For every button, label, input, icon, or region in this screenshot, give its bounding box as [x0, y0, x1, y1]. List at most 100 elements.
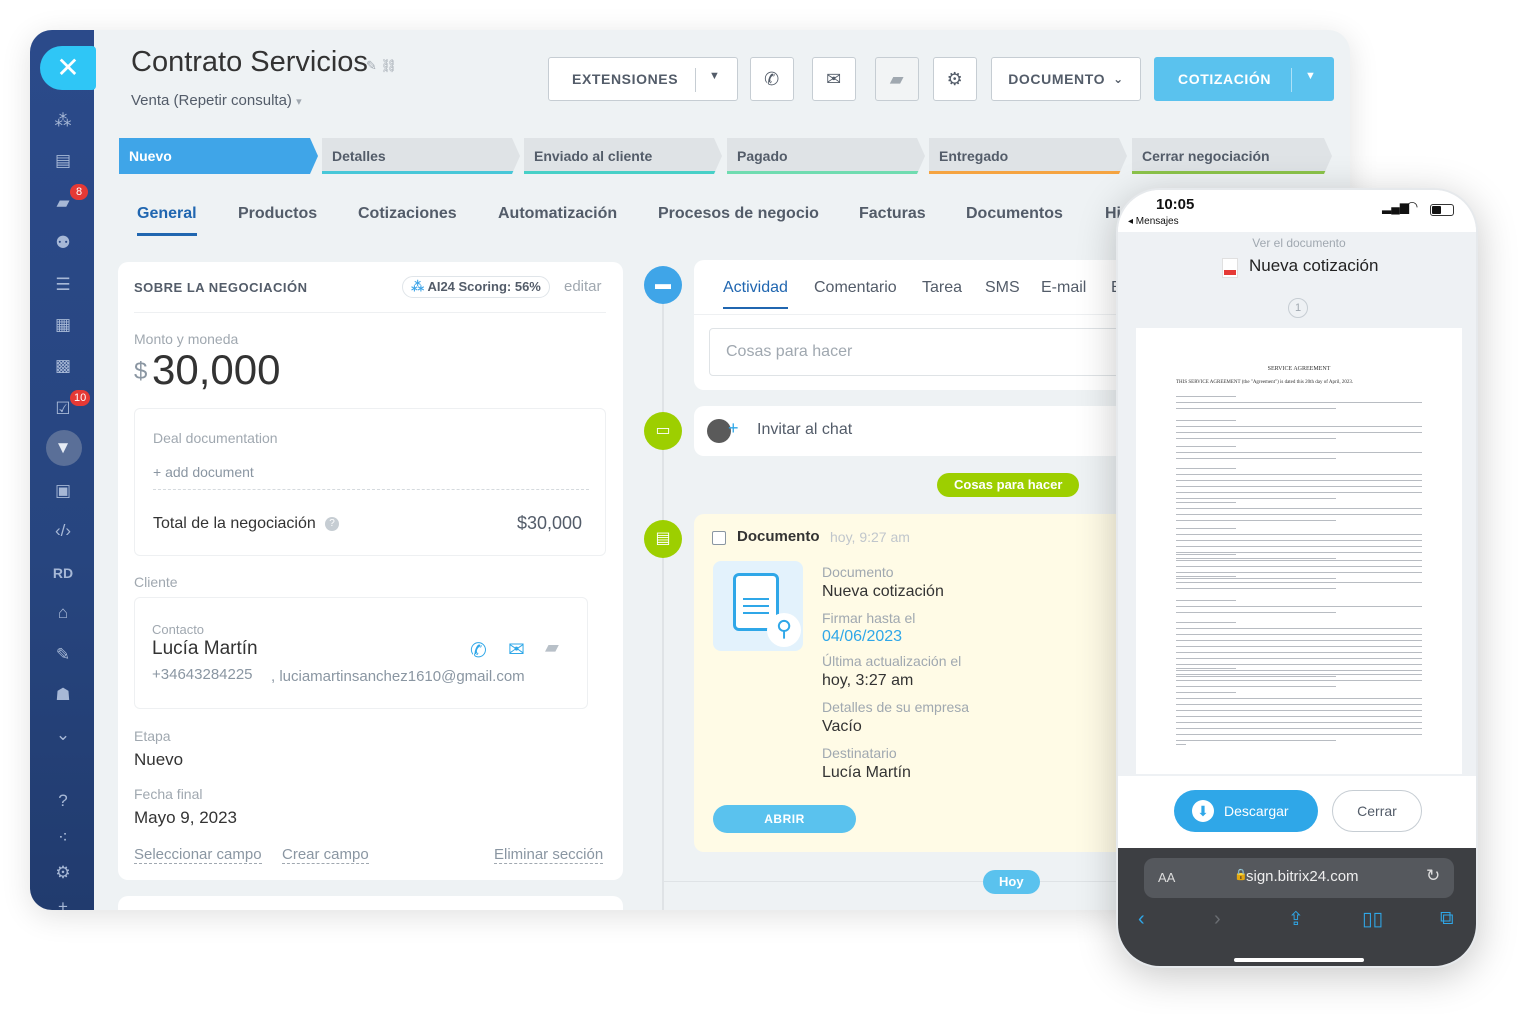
field-label: Documento — [822, 564, 894, 580]
share-icon[interactable]: ⇪ — [1288, 908, 1304, 931]
extensions-button[interactable]: EXTENSIONES ▼ — [548, 57, 738, 101]
sidebar-item-code-icon[interactable]: ‹/› — [50, 518, 76, 544]
doc-text-line — [1176, 628, 1422, 629]
close-icon[interactable]: ✕ — [40, 46, 96, 90]
field-value: Nueva cotización — [822, 583, 944, 600]
tab-procesos[interactable]: Procesos de negocio — [658, 205, 819, 223]
sidebar-item-structure-icon[interactable]: ⁖ — [50, 825, 76, 851]
date-value: Mayo 9, 2023 — [134, 808, 238, 827]
edit-pencil-icon[interactable]: ✎ ⛓ — [366, 58, 397, 74]
sidebar-item-contact-center-icon[interactable]: ▣ — [50, 478, 76, 504]
tab-automatizacion[interactable]: Automatización — [498, 205, 617, 223]
sidebar-item-docs-icon[interactable]: ▦ — [50, 312, 76, 338]
contact-name[interactable]: Lucía Martín — [152, 638, 258, 660]
sidebar-item-rd[interactable]: RD — [50, 560, 76, 586]
stage-nuevo[interactable]: Nuevo — [119, 138, 318, 174]
search-icon: ⚲ — [767, 613, 801, 647]
email-button[interactable]: ✉ — [812, 57, 856, 101]
doc-text-line — [1176, 676, 1336, 677]
doc-text-line — [1176, 646, 1422, 647]
stage-entregado[interactable]: Entregado — [929, 138, 1127, 174]
doc-text-line — [1176, 438, 1336, 439]
pipeline-selector[interactable]: Venta (Repetir consulta) ▾ — [131, 92, 302, 109]
sidebar-item-sign-icon[interactable]: ✎ — [50, 642, 76, 668]
text-size-button[interactable]: AA — [1158, 870, 1175, 885]
doc-text-line — [1176, 572, 1422, 573]
settings-button[interactable]: ⚙ — [933, 57, 977, 101]
tab-sms[interactable]: SMS — [985, 279, 1020, 297]
download-button[interactable]: ⬇ Descargar — [1174, 790, 1318, 832]
document-preview-icon[interactable]: ⚲ — [713, 561, 803, 651]
contact-phone[interactable]: +34643284225 — [152, 666, 253, 683]
delete-section-link[interactable]: Eliminar sección — [494, 846, 604, 864]
sidebar-item-help-icon[interactable]: ? — [50, 788, 76, 814]
field-value[interactable]: 04/06/2023 — [822, 628, 902, 646]
tab-email[interactable]: E-mail — [1041, 279, 1086, 297]
sidebar-item-groups-icon[interactable]: ⚉ — [50, 230, 76, 256]
chat-icon[interactable]: ▰ — [545, 637, 559, 658]
stage-enviado[interactable]: Enviado al cliente — [524, 138, 722, 174]
chevron-down-icon[interactable]: ▼ — [1305, 70, 1317, 82]
chat-button[interactable]: ▰ — [875, 57, 919, 101]
quote-button[interactable]: COTIZACIÓN ▼ — [1154, 57, 1334, 101]
doc-text-line — [1176, 492, 1422, 493]
contact-email[interactable]: , luciamartinsanchez1610@gmail.com — [271, 668, 525, 685]
bookmarks-icon[interactable]: ▯▯ — [1362, 908, 1383, 931]
pipeline-label: Venta (Repetir consulta) — [131, 92, 292, 109]
sidebar-item-settings-icon[interactable]: ⚙ — [50, 860, 76, 886]
doc-intro: THIS SERVICE AGREEMENT (the "Agreement")… — [1176, 380, 1354, 385]
browser-bar: AA 🔒 sign.bitrix24.com ↻ ‹ › ⇪ ▯▯ ⧉ — [1118, 848, 1476, 966]
forward-icon[interactable]: › — [1214, 908, 1221, 931]
sidebar-item-add-icon[interactable]: + — [50, 894, 76, 910]
activity-chat-icon: ▬ — [644, 266, 682, 304]
reload-icon[interactable]: ↻ — [1426, 866, 1440, 886]
tab-productos[interactable]: Productos — [238, 205, 317, 223]
doc-text-line — [1176, 480, 1422, 481]
phone-icon[interactable]: ✆ — [470, 638, 487, 663]
tabs-icon[interactable]: ⧉ — [1440, 908, 1454, 930]
back-to-messages[interactable]: ◂ Mensajes — [1128, 216, 1179, 227]
sidebar-item-crm-icon[interactable]: ▼ — [50, 435, 76, 461]
close-button[interactable]: Cerrar — [1332, 790, 1422, 832]
currency-symbol: $ — [134, 358, 148, 385]
tab-documentos[interactable]: Documentos — [966, 205, 1063, 223]
tab-actividad[interactable]: Actividad — [723, 279, 788, 309]
help-icon[interactable]: ? — [325, 517, 339, 531]
add-icon[interactable]: + — [728, 418, 739, 439]
sidebar-item-drive-icon[interactable]: ☰ — [50, 272, 76, 298]
tab-tarea[interactable]: Tarea — [922, 279, 962, 297]
chevron-down-icon: ▾ — [296, 96, 302, 108]
document-button[interactable]: DOCUMENTO ⌄ — [991, 57, 1141, 101]
stage-cerrar[interactable]: Cerrar negociación — [1132, 138, 1332, 174]
stage-pagado[interactable]: Pagado — [727, 138, 925, 174]
mail-icon[interactable]: ✉ — [508, 637, 525, 662]
stage-detalles[interactable]: Detalles — [322, 138, 520, 174]
open-button[interactable]: ABRIR — [713, 805, 856, 833]
tab-general[interactable]: General — [137, 205, 197, 236]
add-document-link[interactable]: + add document — [153, 464, 254, 480]
doc-text-line — [1176, 640, 1422, 641]
sidebar-item-feed-icon[interactable]: ⁂ — [50, 108, 76, 134]
sidebar-item-more-icon[interactable]: ⌄ — [50, 722, 76, 748]
sidebar-item-schedule-icon[interactable]: ▩ — [50, 353, 76, 379]
chevron-down-icon[interactable]: ▼ — [709, 70, 721, 82]
ai-icon: ⁂ — [411, 279, 428, 294]
battery-icon — [1430, 204, 1454, 216]
complete-checkbox[interactable] — [712, 531, 726, 545]
invite-chat-label: Invitar al chat — [757, 421, 853, 438]
tab-cotizaciones[interactable]: Cotizaciones — [358, 205, 457, 223]
back-icon[interactable]: ‹ — [1138, 908, 1145, 931]
sidebar-item-calendar-icon[interactable]: ▤ — [50, 148, 76, 174]
select-field-link[interactable]: Seleccionar campo — [134, 846, 262, 864]
sidebar-item-company-icon[interactable]: ⌂ — [50, 600, 76, 626]
doc-text-line — [1176, 566, 1422, 567]
sidebar-item-robot-icon[interactable]: ☗ — [50, 682, 76, 708]
signal-icon: ▂▄▆ — [1382, 200, 1409, 214]
create-field-link[interactable]: Crear campo — [282, 846, 369, 864]
ai-scoring-badge[interactable]: ⁂ AI24 Scoring: 56% — [402, 276, 550, 298]
phone-button[interactable]: ✆ — [750, 57, 794, 101]
tab-facturas[interactable]: Facturas — [859, 205, 926, 223]
url-bar[interactable]: AA 🔒 sign.bitrix24.com ↻ — [1144, 858, 1454, 898]
tab-comentario[interactable]: Comentario — [814, 279, 897, 297]
edit-link[interactable]: editar — [564, 278, 602, 295]
